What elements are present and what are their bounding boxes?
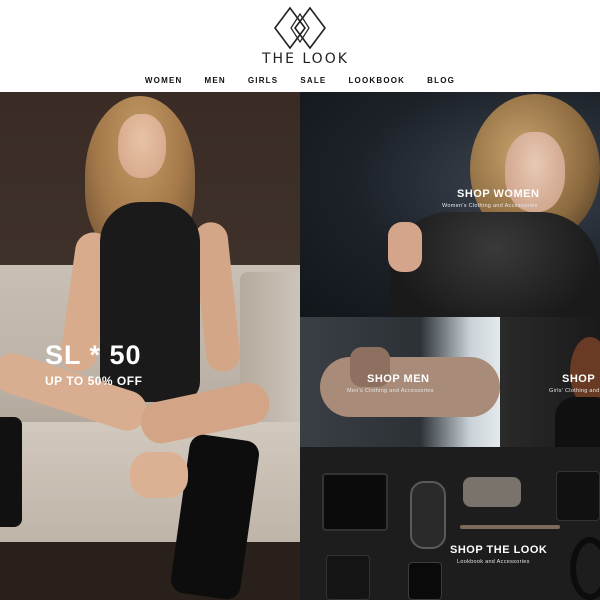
fur-coat-image-part xyxy=(390,212,600,317)
site-header: THE LOOK WOMEN MEN GIRLS SALE LOOKBOOK B… xyxy=(0,0,600,92)
tile-shop-the-look[interactable]: SHOP THE LOOK Lookbook and Accessories xyxy=(300,447,600,600)
tile-subtitle: Girls' Clothing and xyxy=(549,388,600,394)
nav-item-blog[interactable]: BLOG xyxy=(416,74,466,88)
nav-item-men[interactable]: MEN xyxy=(193,74,236,88)
headphones-image-part xyxy=(570,537,600,600)
sunglasses-image-part xyxy=(410,481,446,549)
hero-subtitle[interactable]: UP TO 50% OFF xyxy=(45,374,142,388)
tile-shop-women[interactable]: SHOP WOMEN Women's Clothing and Accessor… xyxy=(300,92,600,317)
notebook-image-part xyxy=(556,471,600,521)
hero-title[interactable]: SL * 50 xyxy=(45,340,142,371)
tile-title[interactable]: SHOP xyxy=(562,373,595,385)
nav-item-girls[interactable]: GIRLS xyxy=(237,74,289,88)
tile-title[interactable]: SHOP WOMEN xyxy=(457,188,539,200)
brand-name: THE LOOK xyxy=(262,51,349,67)
men-arm-image-part xyxy=(320,357,500,417)
nav-item-women[interactable]: WOMEN xyxy=(134,74,194,88)
brand-logo[interactable]: THE LOOK xyxy=(262,6,349,67)
phone-image-part xyxy=(408,562,442,600)
tile-shop-men[interactable]: SHOP MEN Men's Clothing and Accessories xyxy=(300,317,500,447)
main-nav: WOMEN MEN GIRLS SALE LOOKBOOK BLOG xyxy=(0,74,600,88)
model-dress-image-part xyxy=(100,202,200,402)
model-face-image-part xyxy=(118,114,166,178)
pen-image-part xyxy=(460,525,560,529)
floor-image-part xyxy=(0,542,300,600)
boot-image-part xyxy=(0,417,22,527)
model-hands-image-part xyxy=(130,452,188,498)
nav-item-lookbook[interactable]: LOOKBOOK xyxy=(337,74,416,88)
tile-title[interactable]: SHOP MEN xyxy=(367,373,429,385)
tile-shop-girls[interactable]: SHOP Girls' Clothing and xyxy=(500,317,600,447)
women-model-hand-image-part xyxy=(388,222,422,272)
tile-subtitle: Lookbook and Accessories xyxy=(457,559,530,565)
tile-title[interactable]: SHOP THE LOOK xyxy=(450,544,547,556)
wallet-image-part xyxy=(322,473,388,531)
tile-subtitle: Women's Clothing and Accessories xyxy=(442,203,538,209)
bowtie-image-part xyxy=(463,477,521,507)
nav-item-sale[interactable]: SALE xyxy=(289,74,337,88)
hero-banner[interactable]: SL * 50 UP TO 50% OFF xyxy=(0,92,300,600)
cardholder-image-part xyxy=(326,555,370,600)
girl-model-body-image-part xyxy=(555,397,600,447)
double-diamond-logo-icon xyxy=(274,6,326,50)
tile-subtitle: Men's Clothing and Accessories xyxy=(347,388,434,394)
women-model-face-image-part xyxy=(505,132,565,212)
